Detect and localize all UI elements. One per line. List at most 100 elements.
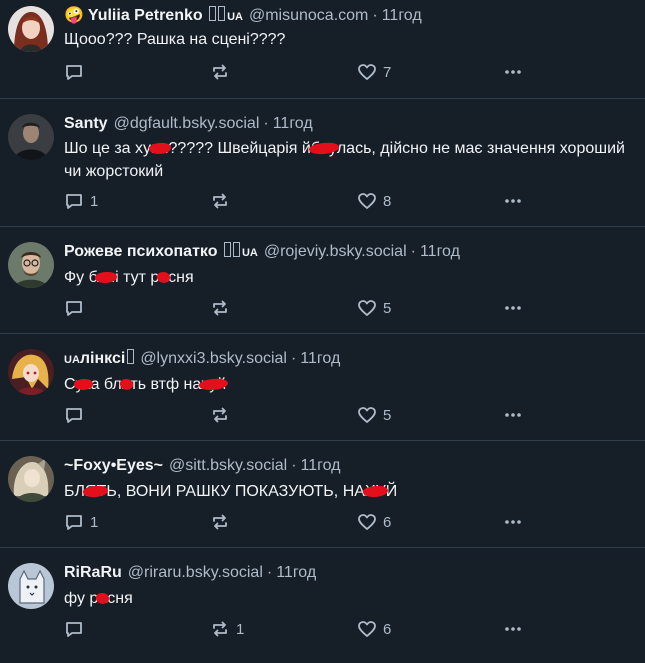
- separator-dot: ·: [291, 457, 297, 474]
- like-button[interactable]: 6: [357, 512, 391, 532]
- repost-icon: [213, 407, 227, 423]
- heart-icon: [358, 300, 376, 316]
- ellipsis-icon: [505, 199, 521, 203]
- post-item[interactable]: Santy @dgfault.bsky.social · 11год Шо це за…: [0, 99, 645, 227]
- reply-button[interactable]: [64, 298, 90, 318]
- reply-button[interactable]: [64, 62, 90, 82]
- more-options-button[interactable]: [503, 512, 523, 532]
- author-handle[interactable]: @misunoca.com: [249, 7, 368, 24]
- unknown-glyph-icon: [218, 6, 226, 21]
- post-timestamp[interactable]: 11год: [420, 243, 460, 260]
- redacted-text: ня: [151, 140, 169, 157]
- repost-button[interactable]: [210, 405, 236, 425]
- avatar[interactable]: [8, 563, 54, 609]
- author-name[interactable]: лінксі: [80, 350, 125, 367]
- like-button[interactable]: 5: [357, 298, 391, 318]
- avatar-fantasy-character-icon: [8, 456, 54, 502]
- ellipsis-icon: [505, 520, 521, 524]
- more-options-button[interactable]: [503, 405, 523, 425]
- author-handle[interactable]: @riraru.bsky.social: [128, 564, 263, 581]
- author-handle[interactable]: @lynxxi3.bsky.social: [140, 350, 287, 367]
- post-header: ~Foxy•Eyes~ @sitt.bsky.social · 11год: [64, 456, 341, 476]
- flag-badge: UA: [241, 247, 258, 259]
- reply-button[interactable]: 1: [64, 512, 98, 532]
- repost-button[interactable]: [210, 62, 236, 82]
- avatar[interactable]: [8, 349, 54, 395]
- like-count: 8: [383, 192, 392, 210]
- separator-dot: ·: [372, 7, 378, 24]
- avatar-cat-drawing-icon: [8, 563, 54, 609]
- post-timestamp[interactable]: 11год: [300, 350, 340, 367]
- author-name[interactable]: Santy: [64, 115, 108, 132]
- like-count: 5: [383, 406, 392, 424]
- repost-count: 1: [236, 620, 245, 638]
- avatar-man-glasses-icon: [8, 242, 54, 288]
- author-name[interactable]: ~Foxy•Eyes~: [64, 457, 163, 474]
- redacted-text: ЯТ: [85, 483, 107, 500]
- post-actions: 1 6: [64, 619, 534, 639]
- post-text: фу расня: [64, 587, 634, 610]
- post-timestamp[interactable]: 11год: [382, 7, 422, 24]
- like-button[interactable]: 8: [357, 191, 391, 211]
- post-timestamp[interactable]: 11год: [276, 564, 316, 581]
- post-text: БЛЯТЬ, ВОНИ РАШКУ ПОКАЗУЮТЬ, НАХУЙ: [64, 480, 634, 503]
- heart-icon: [358, 621, 376, 637]
- repost-icon: [213, 621, 227, 637]
- reply-button[interactable]: 1: [64, 191, 98, 211]
- text-segment: сня: [107, 590, 133, 607]
- ellipsis-icon: [505, 70, 521, 74]
- post-actions: 5: [64, 405, 534, 425]
- more-options-button[interactable]: [503, 62, 523, 82]
- reply-icon: [66, 515, 82, 530]
- separator-dot: ·: [290, 350, 297, 367]
- post-item[interactable]: 🤪 Yuliia Petrenko UA @misunoca.com · 11год Щ…: [0, 0, 645, 99]
- text-segment: Щоoo??? Рашка на сцені????: [64, 31, 286, 48]
- ellipsis-icon: [505, 627, 521, 631]
- post-header: RiRaRu @riraru.bsky.social · 11год: [64, 563, 316, 583]
- post-header: Рожеве психопатко UA @rojeviy.bsky.social…: [64, 242, 460, 263]
- like-count: 6: [383, 513, 392, 531]
- repost-icon: [213, 64, 227, 80]
- post-timestamp[interactable]: 11год: [301, 457, 341, 474]
- avatar[interactable]: [8, 456, 54, 502]
- avatar[interactable]: [8, 6, 54, 52]
- post-feed: 🤪 Yuliia Petrenko UA @misunoca.com · 11год Щ…: [0, 0, 645, 663]
- ellipsis-icon: [505, 413, 521, 417]
- more-options-button[interactable]: [503, 191, 523, 211]
- repost-button[interactable]: [210, 512, 236, 532]
- like-button[interactable]: 7: [357, 62, 391, 82]
- ellipsis-icon: [505, 306, 521, 310]
- text-segment: ть втф на: [130, 376, 202, 393]
- post-actions: 7: [64, 62, 534, 82]
- reply-icon: [66, 408, 82, 423]
- author-name[interactable]: Рожеве психопатко: [64, 243, 217, 260]
- more-options-button[interactable]: [503, 298, 523, 318]
- author-name[interactable]: RiRaRu: [64, 564, 122, 581]
- post-item[interactable]: RiRaRu @riraru.bsky.social · 11год фу расня…: [0, 548, 645, 663]
- reply-button[interactable]: [64, 619, 90, 639]
- like-button[interactable]: 5: [357, 405, 391, 425]
- post-item[interactable]: ~Foxy•Eyes~ @sitt.bsky.social · 11год БЛЯТЬ…: [0, 441, 645, 548]
- author-handle[interactable]: @dgfault.bsky.social: [114, 115, 260, 132]
- heart-icon: [358, 64, 376, 80]
- like-button[interactable]: 6: [357, 619, 391, 639]
- post-text: Фу бляі тут расня: [64, 266, 634, 289]
- avatar[interactable]: [8, 114, 54, 160]
- reply-button[interactable]: [64, 405, 90, 425]
- post-timestamp[interactable]: 11год: [273, 115, 313, 132]
- avatar[interactable]: [8, 242, 54, 288]
- repost-button[interactable]: [210, 191, 236, 211]
- post-item[interactable]: UAлінксі @lynxxi3.bsky.social · 11год Сука …: [0, 334, 645, 441]
- repost-button[interactable]: [210, 298, 236, 318]
- like-count: 5: [383, 299, 392, 317]
- author-handle[interactable]: @sitt.bsky.social: [169, 457, 287, 474]
- post-item[interactable]: Рожеве психопатко UA @rojeviy.bsky.social…: [0, 227, 645, 334]
- author-handle[interactable]: @rojeviy.bsky.social: [264, 243, 407, 260]
- more-options-button[interactable]: [503, 619, 523, 639]
- redacted-text: а: [159, 269, 169, 286]
- author-name[interactable]: Yuliia Petrenko: [88, 7, 203, 24]
- repost-button[interactable]: 1: [210, 619, 244, 639]
- post-text: Сука блять втф нахуй: [64, 373, 634, 396]
- unknown-glyph-icon: [223, 242, 231, 257]
- redacted-text: я: [121, 376, 131, 393]
